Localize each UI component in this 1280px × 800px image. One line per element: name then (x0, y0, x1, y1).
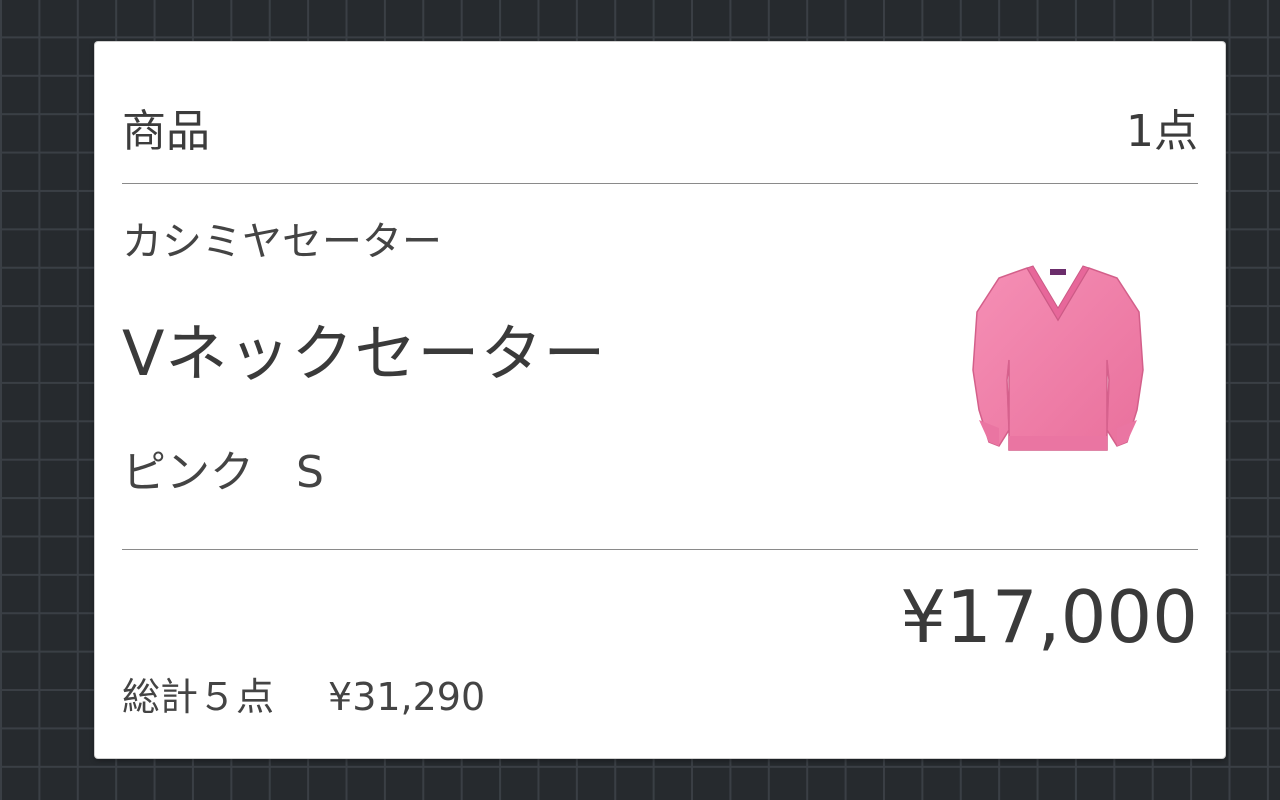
total-price: ¥31,290 (328, 675, 486, 719)
total-item-count: 総計５点 (122, 675, 275, 719)
cart-header: 商品 1点 (122, 102, 1198, 182)
cart-item-card[interactable]: 商品 1点 カシミヤセーター Vネックセーター ピンク S ¥17,000 総計… (95, 42, 1225, 758)
product-variant: ピンク S (122, 443, 324, 503)
product-image[interactable] (957, 260, 1159, 456)
cart-header-title: 商品 (122, 106, 210, 157)
price-divider (122, 549, 1198, 550)
product-size: S (296, 447, 324, 498)
cart-item-count: 1点 (1126, 106, 1198, 157)
product-name: Vネックセーター (122, 317, 607, 390)
pink-vneck-sweater-icon (972, 265, 1144, 451)
item-price: ¥17,000 (900, 575, 1198, 659)
product-brand: カシミヤセーター (122, 219, 442, 265)
cart-totals: 総計５点 ¥31,290 (122, 672, 485, 722)
header-divider (122, 183, 1198, 184)
product-color: ピンク (122, 447, 254, 498)
